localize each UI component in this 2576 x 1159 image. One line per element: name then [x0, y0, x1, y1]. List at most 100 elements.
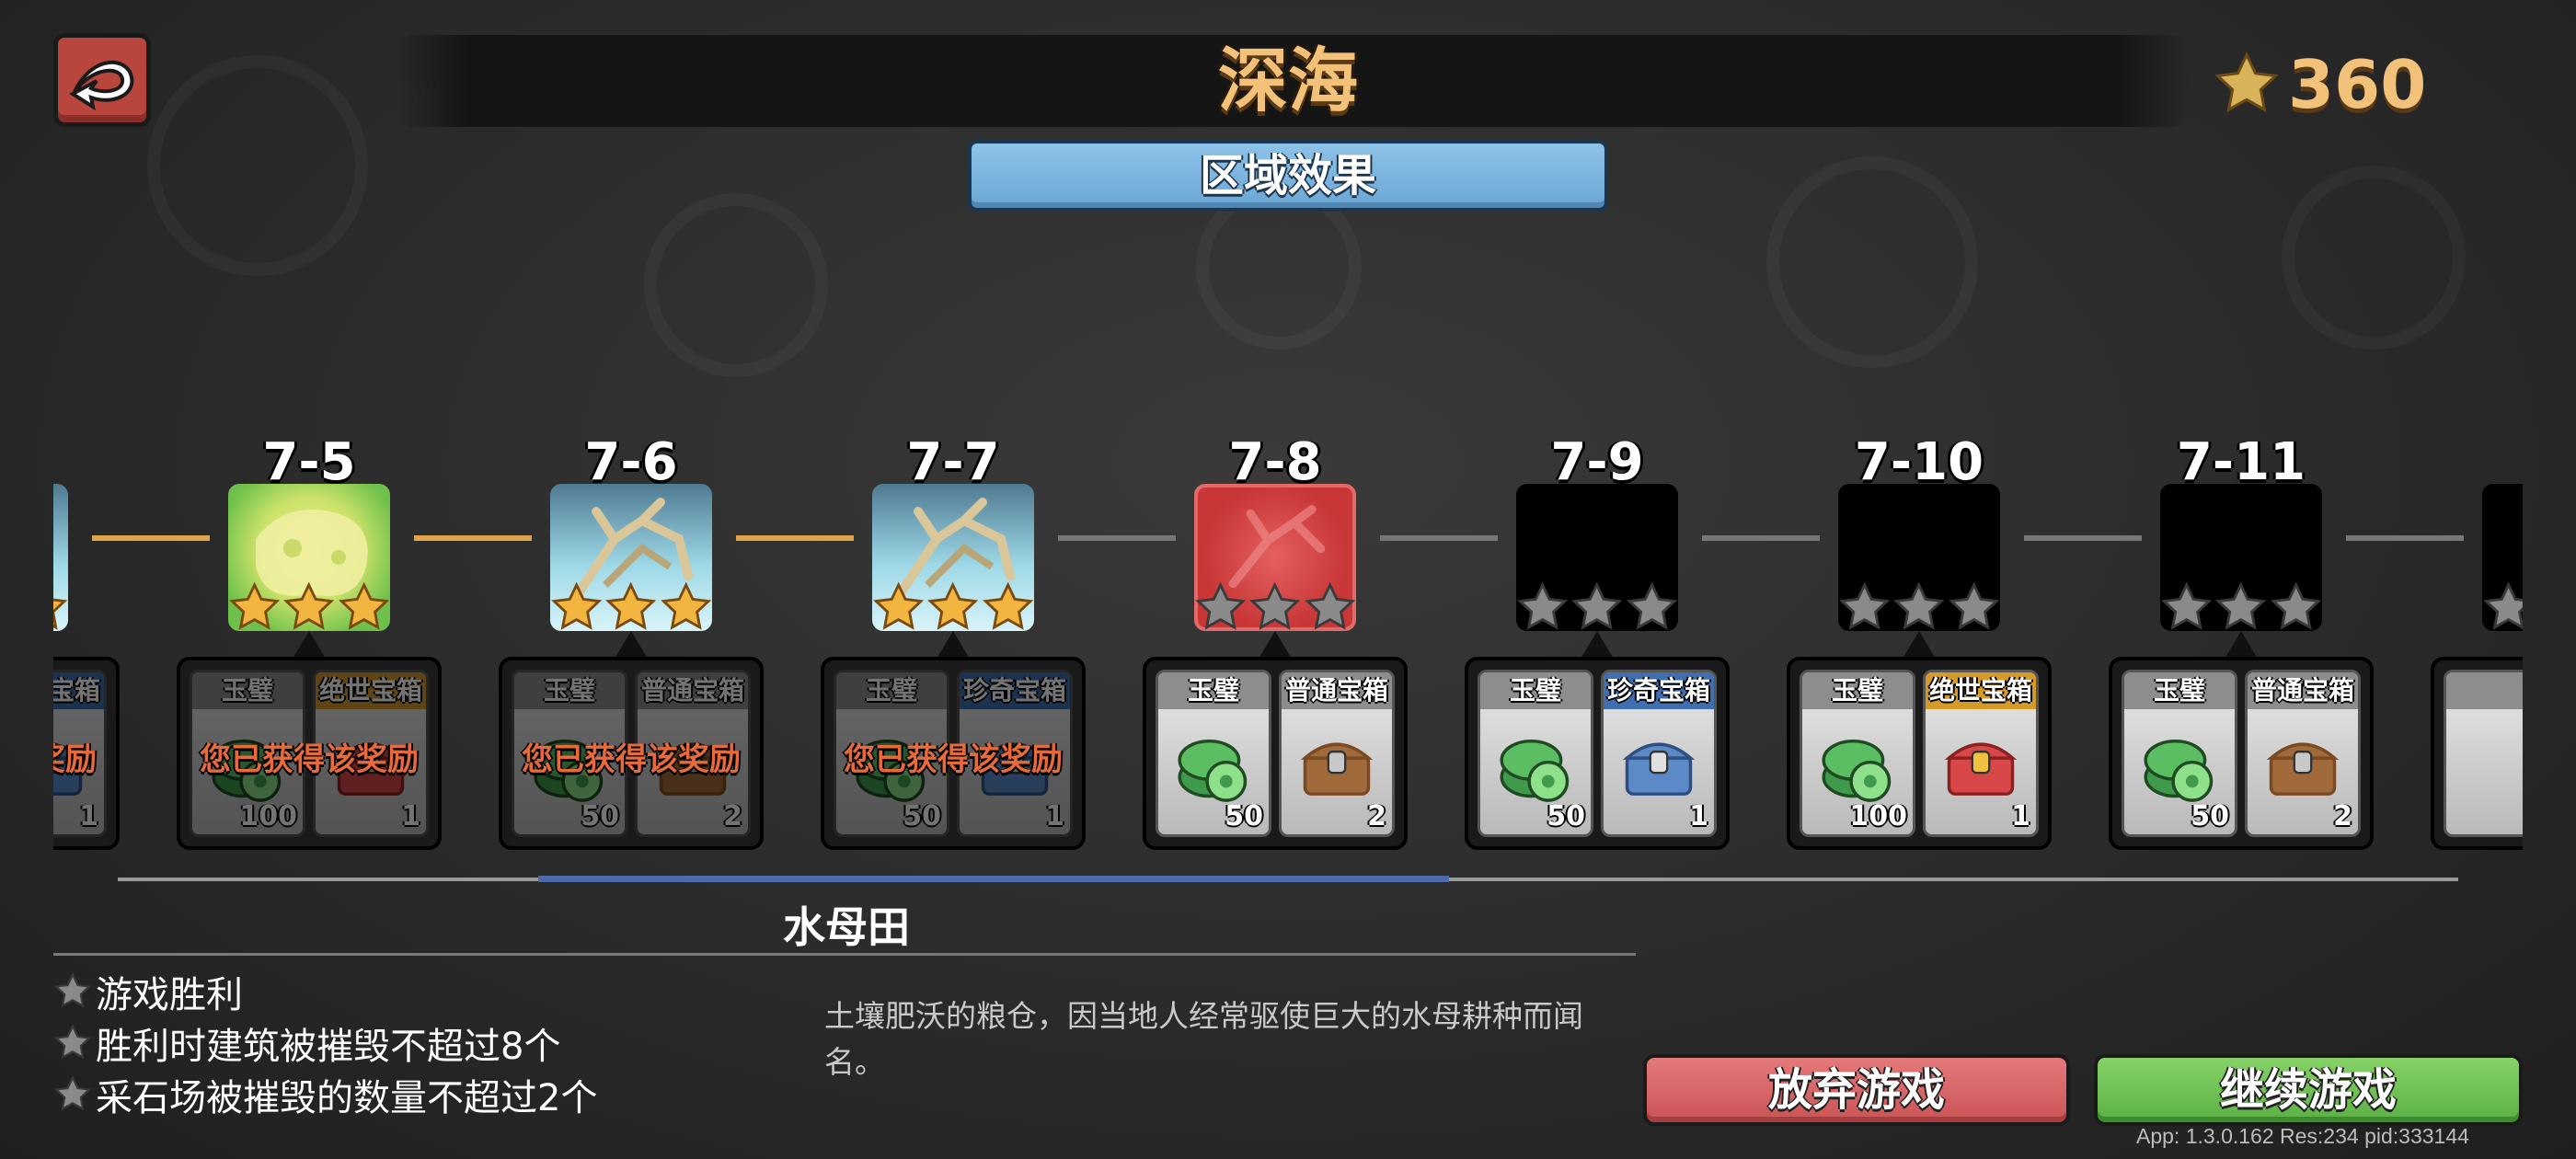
level-connector	[736, 535, 854, 541]
reward-name: 普通宝箱	[1282, 672, 1392, 709]
reward-card: 玉璧 50 珍奇宝箱 1	[1465, 657, 1730, 850]
reward-quantity: 50	[1547, 800, 1585, 832]
objective-text: 胜利时建筑被摧毁不超过8个	[96, 1026, 561, 1068]
star-icon	[2214, 52, 2279, 113]
star-total: 360	[2288, 46, 2427, 123]
reward-quantity: 2	[1367, 800, 1386, 832]
reward-name: 珍奇宝箱	[960, 672, 1070, 709]
objective-star-icon	[53, 972, 92, 1008]
region-progress-active	[538, 876, 1449, 882]
reward-claimed-text: 您已获得该奖励	[53, 741, 97, 778]
card-pointer	[1581, 631, 1614, 659]
reward-slot[interactable]: 玉璧 100	[1800, 670, 1915, 837]
jade-disc-icon	[1822, 740, 1892, 802]
reward-card: 玉璧 50 珍奇宝箱 1 您已获得该奖励	[821, 657, 1086, 850]
star-icon	[1195, 581, 1247, 630]
background-pattern	[2282, 166, 2466, 350]
reward-slot[interactable]: 玉璧 50	[1478, 670, 1593, 837]
reward-quantity: 1	[1689, 800, 1708, 832]
level-stars	[1516, 581, 1678, 635]
quit-game-button[interactable]: 放弃游戏	[1643, 1054, 2070, 1126]
star-icon	[660, 581, 711, 630]
star-icon	[1948, 581, 1999, 630]
reward-name: 普通宝箱	[638, 672, 748, 709]
card-pointer	[937, 631, 970, 659]
star-icon	[283, 581, 335, 630]
reward-item	[1815, 722, 1900, 810]
reward-item	[2521, 722, 2523, 810]
star-icon	[1626, 581, 1677, 630]
reward-quantity: 1	[2011, 800, 2030, 832]
reward-quantity: 50	[2191, 800, 2229, 832]
reward-name: 玉璧	[514, 672, 625, 709]
reward-item	[1938, 722, 2023, 810]
reward-name: 珍奇宝箱	[1604, 672, 1714, 709]
card-pointer	[1259, 631, 1292, 659]
level-stars	[2160, 581, 2322, 635]
reward-slot[interactable]: 绝世宝箱 1	[1923, 670, 2039, 837]
objective-list: 游戏胜利 胜利时建筑被摧毁不超过8个 采石场被摧毁的数量不超过2个	[53, 966, 597, 1120]
reward-quantity: 1	[79, 800, 98, 832]
card-pointer	[293, 631, 326, 659]
level-connector	[1380, 535, 1498, 541]
continue-game-button[interactable]: 继续游戏	[2094, 1054, 2523, 1126]
reward-item	[1294, 722, 1379, 810]
treasure-chest-icon	[1300, 742, 1374, 797]
star-icon	[551, 581, 603, 630]
treasure-chest-icon	[1944, 742, 2018, 797]
level-stars	[228, 581, 390, 635]
card-pointer	[615, 631, 648, 659]
reward-quantity: 50	[581, 800, 619, 832]
level-stars	[1838, 581, 2000, 635]
objective-star-icon	[53, 1024, 92, 1060]
level-connector	[1058, 535, 1176, 541]
star-icon	[927, 581, 979, 630]
reward-quantity: 2	[2333, 800, 2352, 832]
reward-card: 玉璧 50 普通宝箱 2	[1143, 657, 1408, 850]
level-connector	[2024, 535, 2142, 541]
reward-quantity: 1	[1045, 800, 1064, 832]
zone-effect-button[interactable]: 区域效果	[968, 140, 1608, 212]
treasure-chest-icon	[1622, 742, 1696, 797]
level-stars	[872, 581, 1034, 635]
reward-slot[interactable]: 珍奇宝箱 1	[1601, 670, 1717, 837]
objective-item: 胜利时建筑被摧毁不超过8个	[53, 1017, 597, 1069]
reward-slot[interactable]: 玉璧	[2444, 670, 2523, 837]
reward-quantity: 100	[1849, 800, 1907, 832]
reward-name: 玉璧	[2446, 672, 2523, 709]
star-icon	[605, 581, 657, 630]
reward-name: 玉璧	[1158, 672, 1269, 709]
jade-disc-icon	[1500, 740, 1570, 802]
region-description: 土壤肥沃的粮仓，因当地人经常驱使巨大的水母耕种而闻名。	[824, 998, 1583, 1080]
region-divider	[53, 953, 1636, 956]
reward-slot[interactable]: 普通宝箱 2	[1279, 670, 1395, 837]
reward-name: 玉璧	[1480, 672, 1591, 709]
treasure-chest-icon	[2266, 742, 2340, 797]
level-stars	[550, 581, 712, 635]
star-icon	[982, 581, 1033, 630]
reward-claimed-text: 您已获得该奖励	[844, 741, 1063, 778]
reward-card: 玉璧	[2431, 657, 2523, 850]
page-title: 深海	[1218, 40, 1358, 121]
reward-claimed-text: 您已获得该奖励	[522, 741, 741, 778]
star-icon	[53, 598, 67, 630]
jade-disc-icon	[2144, 740, 2214, 802]
reward-slot[interactable]: 玉璧 50	[2122, 670, 2237, 837]
reward-slot[interactable]: 玉璧 50	[1156, 670, 1271, 837]
level-connector	[92, 535, 210, 541]
reward-item	[1616, 722, 1701, 810]
reward-slot[interactable]: 普通宝箱 2	[2245, 670, 2361, 837]
reward-quantity: 1	[401, 800, 420, 832]
level-stars	[53, 581, 68, 635]
reward-card: 玉璧 50 普通宝箱 2	[2109, 657, 2374, 850]
reward-name: 珍奇宝箱	[53, 672, 104, 709]
card-pointer	[1903, 631, 1936, 659]
level-connector	[2346, 535, 2464, 541]
region-name: 水母田	[783, 902, 910, 952]
star-icon	[1571, 581, 1623, 630]
reward-quantity: 50	[903, 800, 941, 832]
star-icon	[2215, 581, 2267, 630]
star-icon	[1893, 581, 1945, 630]
version-info: App: 1.3.0.162 Res:234 pid:333144	[2136, 1124, 2469, 1148]
level-stars	[2482, 581, 2523, 635]
